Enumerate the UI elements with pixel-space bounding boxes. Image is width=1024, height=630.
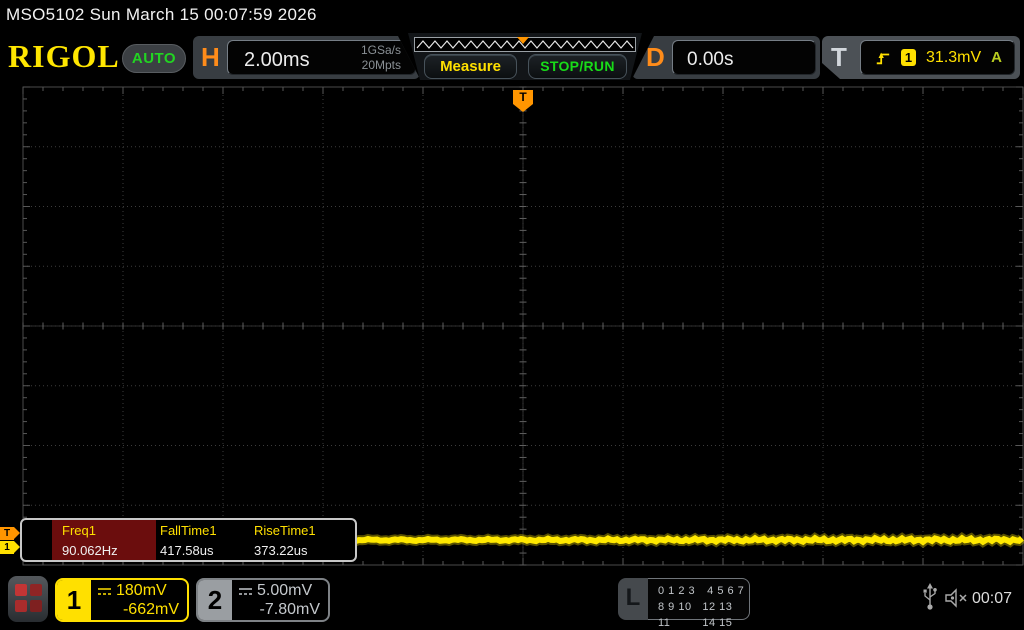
delay-value: 0.00s	[687, 49, 734, 70]
stop-run-button[interactable]: STOP/RUN	[528, 54, 627, 79]
timebase-value: 2.00ms	[244, 49, 310, 71]
horizontal-delay-block[interactable]: D 0.00s	[632, 36, 820, 79]
logic-channels-badge[interactable]: L 0 1 2 3 4 5 6 7 8 9 10 11 12 13 14 15	[618, 578, 750, 629]
sample-rate: 1GSa/s	[360, 43, 401, 57]
t-label: T	[831, 42, 847, 72]
channel-2-badge[interactable]: 2 5.00mV -7.80mV	[196, 578, 330, 622]
usb-icon	[923, 583, 937, 610]
menu-grid-button[interactable]	[8, 576, 48, 622]
trigger-slope-rising-icon	[875, 49, 891, 67]
preview-trigger-marker-icon[interactable]	[517, 37, 529, 44]
h-label: H	[201, 42, 220, 72]
horizontal-timebase-block[interactable]: H 2.00ms 1GSa/s 20Mpts	[193, 36, 420, 79]
oscilloscope-screen: MSO5102 Sun March 15 00:07:59 2026 RIGOL…	[0, 0, 1024, 630]
channel-1-offset: -662mV	[122, 601, 179, 618]
dc-coupling-icon	[239, 588, 252, 595]
menu-grid-icon	[30, 584, 42, 596]
measurement-item[interactable]: FallTime1 417.58us	[160, 523, 260, 558]
trigger-block[interactable]: T 1 31.3mV A	[822, 36, 1020, 79]
menu-grid-icon	[30, 600, 42, 612]
logic-group: 0 1 2 3	[658, 585, 696, 597]
graticule	[21, 86, 1024, 566]
trigger-source-channel: 1	[901, 49, 916, 66]
acquisition-mode-badge: AUTO	[122, 44, 186, 73]
channel-1-badge[interactable]: 1 180mV -662mV	[55, 578, 189, 622]
trigger-level-flag[interactable]: T	[0, 527, 20, 540]
d-label: D	[646, 42, 665, 72]
measure-button[interactable]: Measure	[424, 54, 517, 79]
measurement-item[interactable]: RiseTime1 373.22us	[254, 523, 354, 558]
ch1-offset-flag[interactable]: 1	[0, 541, 20, 554]
channel-2-number: 2	[198, 580, 232, 620]
menu-grid-icon	[15, 600, 27, 612]
channel-2-scale: 5.00mV	[257, 582, 313, 599]
measurement-item[interactable]: Freq1 90.062Hz	[62, 523, 162, 558]
delay-display: 0.00s	[672, 40, 816, 75]
model-and-datetime: MSO5102 Sun March 15 00:07:59 2026	[6, 5, 317, 24]
measurement-results-panel[interactable]: Freq1 90.062Hz FallTime1 417.58us RiseTi…	[20, 518, 357, 562]
uptime-clock: 00:07	[972, 590, 1013, 607]
speaker-muted-icon	[945, 588, 967, 608]
trigger-sweep-mode: A	[991, 49, 1002, 66]
trigger-display: 1 31.3mV A	[860, 40, 1015, 75]
memory-depth: 20Mpts	[361, 58, 401, 72]
channel-1-scale: 180mV	[116, 582, 167, 599]
timebase-display: 2.00ms 1GSa/s 20Mpts	[227, 40, 416, 75]
logic-label: L	[618, 578, 648, 620]
logic-group: 12 13 14 15	[702, 601, 733, 629]
trigger-position-marker[interactable]: T	[513, 90, 533, 112]
menu-grid-icon	[15, 584, 27, 596]
trigger-level-value: 31.3mV	[926, 48, 982, 66]
dc-coupling-icon	[98, 588, 111, 595]
rigol-logo: RIGOL	[8, 38, 120, 74]
channel-1-number: 1	[57, 580, 91, 620]
logic-group: 4 5 6 7	[707, 585, 745, 597]
graticule-grid	[22, 86, 1024, 566]
channel-2-offset: -7.80mV	[259, 601, 320, 618]
logic-group: 8 9 10 11	[658, 601, 692, 629]
